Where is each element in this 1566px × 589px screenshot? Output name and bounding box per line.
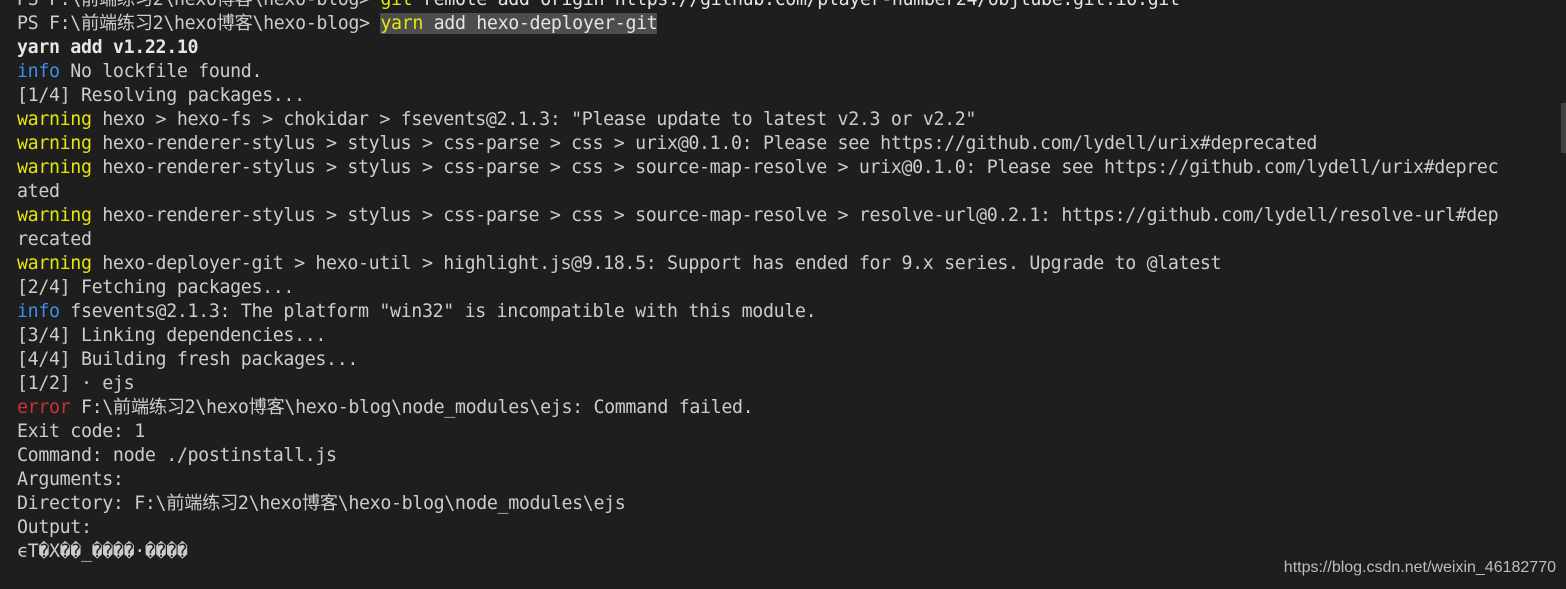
terminal-output[interactable]: PS F:\前端练习2\hexo博客\hexo-blog> git remote…	[17, 0, 1554, 564]
terminal-text: Arguments:	[17, 469, 124, 490]
warning-label: warning	[17, 253, 92, 274]
terminal-text: Directory: F:\前端练习2\hexo博客\hexo-blog\nod…	[17, 493, 626, 514]
terminal-text: ϵT�X��_����·����	[17, 541, 188, 562]
terminal-text: fsevents@2.1.3: The platform "win32" is …	[59, 301, 817, 322]
terminal-text: hexo-renderer-stylus > stylus > css-pars…	[91, 133, 1318, 154]
terminal-text: add hexo-deployer-git	[422, 13, 658, 34]
terminal-text: git	[380, 0, 412, 10]
terminal-text: hexo-renderer-stylus > stylus > css-pars…	[91, 157, 1499, 178]
terminal-text: Output:	[17, 517, 92, 538]
terminal-line: Command: node ./postinstall.js	[17, 444, 1554, 468]
terminal-text: [4/4] Building fresh packages...	[17, 349, 358, 370]
terminal-line: [3/4] Linking dependencies...	[17, 324, 1554, 348]
terminal-line: Directory: F:\前端练习2\hexo博客\hexo-blog\nod…	[17, 492, 1554, 516]
terminal-text: yarn	[380, 13, 423, 34]
info-label: info	[17, 61, 60, 82]
terminal-text: [1/4] Resolving packages...	[17, 85, 305, 106]
warning-label: warning	[17, 109, 92, 130]
warning-label: warning	[17, 133, 92, 154]
terminal-line: [4/4] Building fresh packages...	[17, 348, 1554, 372]
terminal-line: PS F:\前端练习2\hexo博客\hexo-blog> git remote…	[17, 0, 1554, 12]
terminal-text: recated	[17, 229, 92, 250]
terminal-line: warning hexo-renderer-stylus > stylus > …	[17, 156, 1554, 180]
terminal-line: PS F:\前端练习2\hexo博客\hexo-blog> yarn add h…	[17, 12, 1554, 36]
terminal-line: [1/4] Resolving packages...	[17, 84, 1554, 108]
terminal-line: info fsevents@2.1.3: The platform "win32…	[17, 300, 1554, 324]
terminal-text: Exit code: 1	[17, 421, 145, 442]
terminal-scrollbar[interactable]	[1561, 103, 1566, 153]
terminal-text: hexo > hexo-fs > chokidar > fsevents@2.1…	[91, 109, 977, 130]
terminal-line: warning hexo-renderer-stylus > stylus > …	[17, 204, 1554, 228]
terminal-line: [2/4] Fetching packages...	[17, 276, 1554, 300]
terminal-line: error F:\前端练习2\hexo博客\hexo-blog\node_mod…	[17, 396, 1554, 420]
terminal-line: Arguments:	[17, 468, 1554, 492]
terminal-line: warning hexo-deployer-git > hexo-util > …	[17, 252, 1554, 276]
warning-label: warning	[17, 205, 92, 226]
terminal-line: recated	[17, 228, 1554, 252]
terminal-text: remote add origin https://github.com/pla…	[412, 0, 1180, 10]
warning-label: warning	[17, 157, 92, 178]
terminal-line: ated	[17, 180, 1554, 204]
terminal-line: Output:	[17, 516, 1554, 540]
terminal-text: ated	[17, 181, 60, 202]
terminal-text: hexo-deployer-git > hexo-util > highligh…	[91, 253, 1222, 274]
terminal-text: yarn add v1.22.10	[17, 37, 199, 58]
info-label: info	[17, 301, 60, 322]
terminal-text: PS F:\前端练习2\hexo博客\hexo-blog>	[17, 0, 380, 10]
terminal-text: hexo-renderer-stylus > stylus > css-pars…	[91, 205, 1499, 226]
terminal-line: [1/2] · ejs	[17, 372, 1554, 396]
terminal-text: F:\前端练习2\hexo博客\hexo-blog\node_modules\e…	[70, 397, 754, 418]
watermark: https://blog.csdn.net/weixin_46182770	[1283, 559, 1556, 576]
terminal-text: No lockfile found.	[59, 61, 263, 82]
error-label: error	[17, 397, 71, 418]
terminal-line: warning hexo > hexo-fs > chokidar > fsev…	[17, 108, 1554, 132]
terminal-line: Exit code: 1	[17, 420, 1554, 444]
terminal-line: info No lockfile found.	[17, 60, 1554, 84]
terminal-line: yarn add v1.22.10	[17, 36, 1554, 60]
terminal-text: Command: node ./postinstall.js	[17, 445, 337, 466]
terminal-line: warning hexo-renderer-stylus > stylus > …	[17, 132, 1554, 156]
terminal-text: [3/4] Linking dependencies...	[17, 325, 327, 346]
terminal-text: [2/4] Fetching packages...	[17, 277, 295, 298]
terminal-text: [1/2] · ejs	[17, 373, 135, 394]
terminal-text: PS F:\前端练习2\hexo博客\hexo-blog>	[17, 13, 381, 34]
